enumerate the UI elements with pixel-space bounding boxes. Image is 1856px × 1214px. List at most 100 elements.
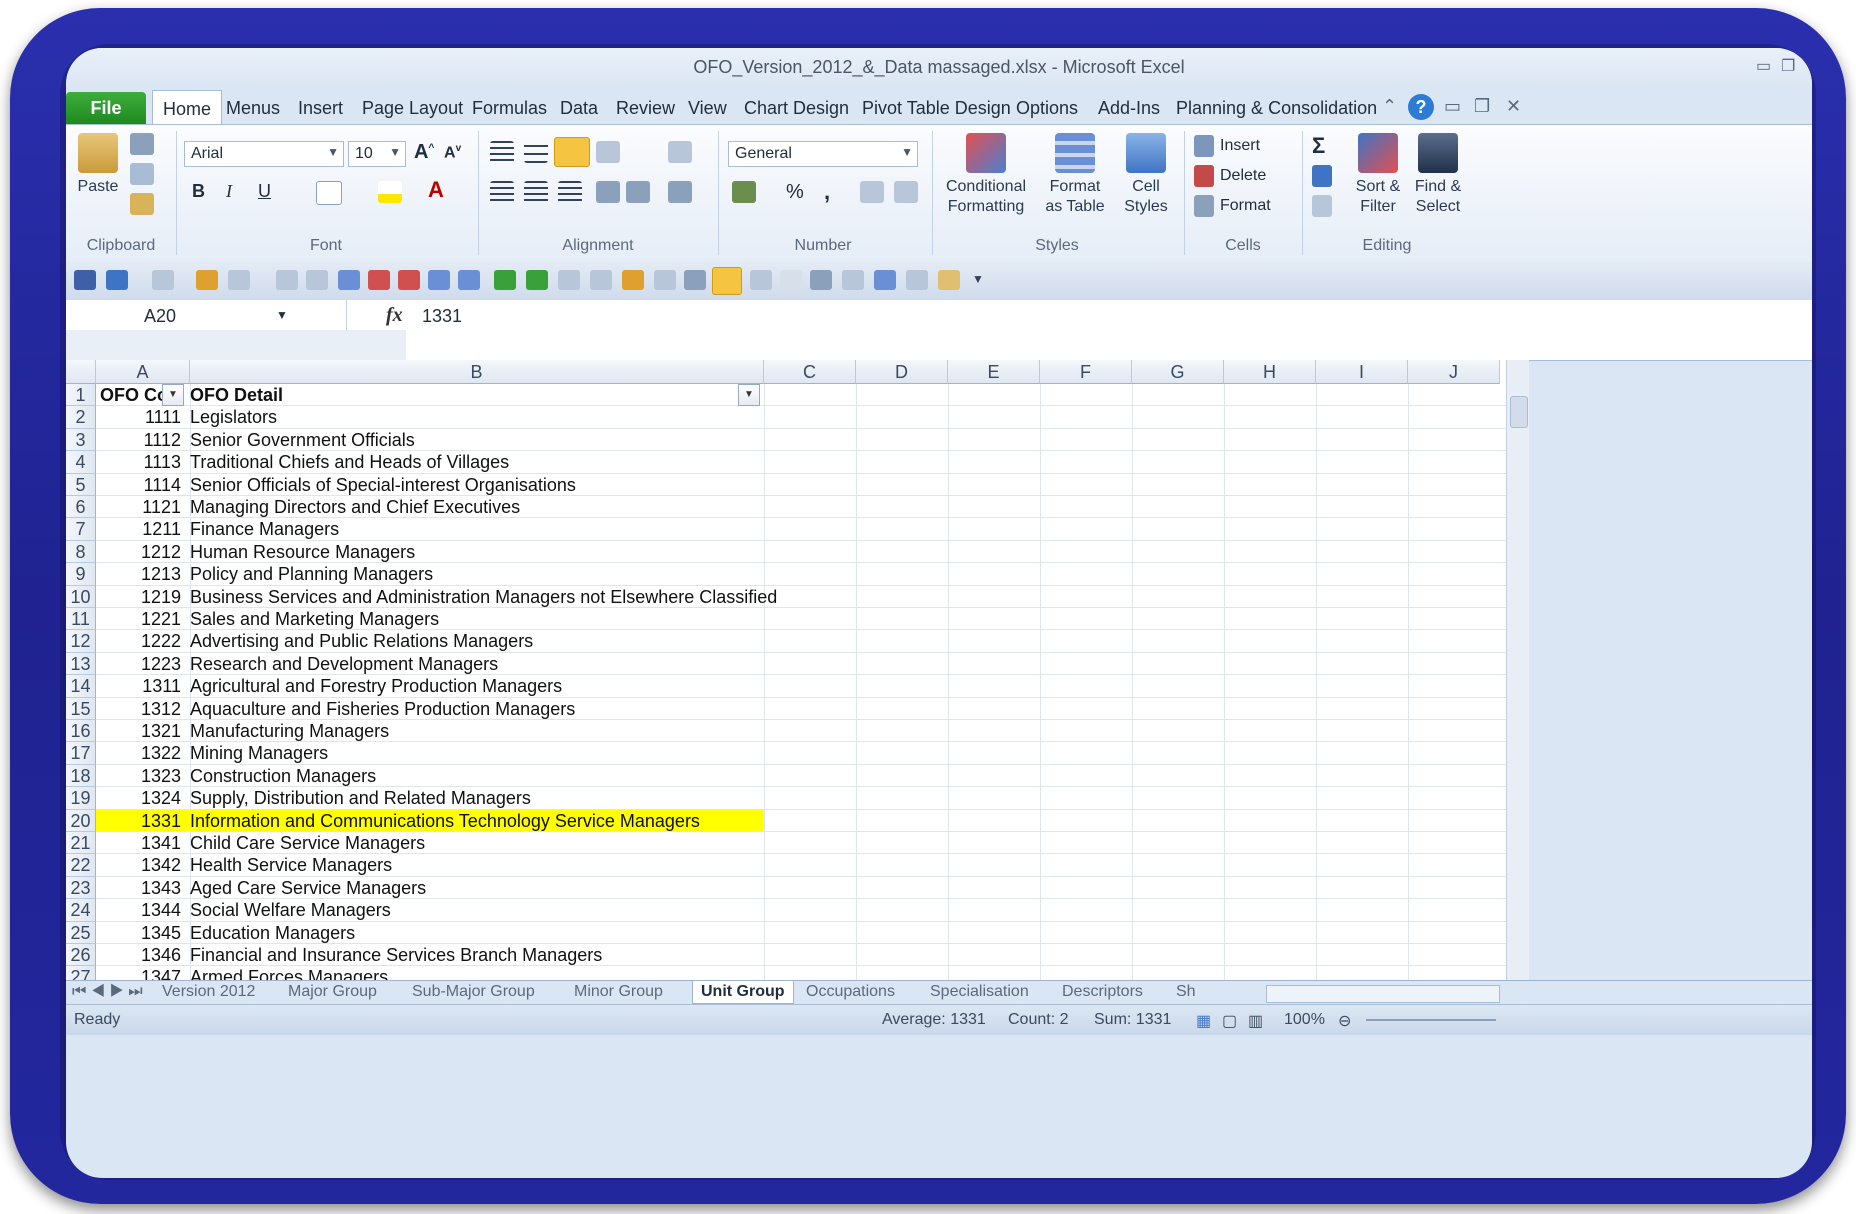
restore-icon[interactable]: ❐ bbox=[1781, 56, 1795, 76]
table-row[interactable]: 1341 Child Care Service Managers bbox=[96, 832, 1506, 855]
row-header[interactable]: 18 bbox=[66, 764, 96, 788]
table-row[interactable]: 1114 Senior Officials of Special-interest… bbox=[96, 474, 1506, 496]
minimize-icon[interactable]: ▭ bbox=[1756, 56, 1771, 76]
row-header[interactable]: 22 bbox=[66, 854, 96, 877]
ofo-detail-cell[interactable]: Advertising and Public Relations Manager… bbox=[190, 630, 533, 652]
table-row[interactable]: 1346 Financial and Insurance Services Bra… bbox=[96, 944, 1506, 967]
toolbar-tool-icon[interactable] bbox=[622, 270, 644, 290]
table-row[interactable]: 1322 Mining Managers bbox=[96, 742, 1506, 765]
table-row[interactable]: 1112 Senior Government Officials bbox=[96, 429, 1506, 452]
font-name-combo[interactable]: Arial ▼ bbox=[184, 141, 344, 167]
tab-view[interactable]: View bbox=[678, 94, 737, 122]
row-header[interactable]: 25 bbox=[66, 921, 96, 944]
underline-button[interactable]: U bbox=[258, 181, 271, 202]
vertical-scrollbar[interactable] bbox=[1506, 360, 1529, 980]
ofo-detail-cell[interactable]: Research and Development Managers bbox=[190, 653, 498, 675]
row-header[interactable]: 11 bbox=[66, 608, 96, 631]
ofo-code-cell[interactable]: 1222 bbox=[96, 630, 184, 652]
column-header-b[interactable]: B bbox=[190, 360, 764, 384]
fill-color-icon[interactable] bbox=[378, 181, 402, 203]
page-break-view-icon[interactable]: ▥ bbox=[1248, 1011, 1263, 1031]
toolbar-tool-icon[interactable] bbox=[654, 270, 676, 290]
table-row[interactable]: 1113 Traditional Chiefs and Heads of Vill… bbox=[96, 451, 1506, 474]
column-header-i[interactable]: I bbox=[1316, 360, 1408, 384]
toolbar-tool-icon[interactable] bbox=[526, 270, 548, 290]
tab-insert[interactable]: Insert bbox=[288, 94, 353, 122]
worksheet-grid[interactable]: A B C D E F G H I J 1 OFO Co OFO Detail ▼ ▼ 2 1111 Legisl… bbox=[66, 360, 1506, 989]
ofo-detail-cell[interactable]: Senior Government Officials bbox=[190, 429, 415, 451]
grow-font-icon[interactable]: A^ bbox=[414, 141, 434, 164]
decrease-decimal-icon[interactable] bbox=[894, 181, 918, 203]
row-header[interactable]: 9 bbox=[66, 563, 96, 586]
ofo-detail-cell[interactable]: Legislators bbox=[190, 406, 277, 428]
toolbar-tool-icon[interactable] bbox=[842, 270, 864, 290]
row-header[interactable]: 5 bbox=[66, 473, 96, 496]
ofo-code-cell[interactable]: 1111 bbox=[96, 406, 184, 428]
ofo-code-cell[interactable]: 1346 bbox=[96, 944, 184, 966]
table-row[interactable]: 1343 Aged Care Service Managers bbox=[96, 877, 1506, 900]
ofo-detail-cell[interactable]: Supply, Distribution and Related Manager… bbox=[190, 787, 531, 809]
undo-icon[interactable] bbox=[106, 270, 128, 290]
orientation-icon[interactable] bbox=[596, 141, 620, 163]
tab-menus[interactable]: Menus bbox=[216, 94, 290, 122]
italic-button[interactable]: I bbox=[226, 181, 232, 202]
column-header-c[interactable]: C bbox=[764, 360, 856, 384]
toolbar-tool-icon[interactable] bbox=[196, 270, 218, 290]
ofo-detail-cell[interactable]: Aged Care Service Managers bbox=[190, 877, 426, 899]
row-header[interactable]: 13 bbox=[66, 652, 96, 676]
conditional-formatting-button[interactable]: Conditional Formatting bbox=[936, 133, 1036, 217]
delete-cells-button[interactable]: Delete bbox=[1220, 167, 1266, 185]
formula-input[interactable]: 1331 bbox=[422, 306, 462, 327]
copy-icon[interactable] bbox=[130, 163, 154, 185]
ofo-code-cell[interactable]: 1341 bbox=[96, 832, 184, 854]
ofo-detail-cell[interactable]: Policy and Planning Managers bbox=[190, 563, 433, 585]
close-workbook-icon[interactable]: ✕ bbox=[1506, 96, 1521, 117]
merge-center-icon[interactable] bbox=[668, 181, 692, 203]
clear-icon[interactable] bbox=[1312, 195, 1332, 217]
table-row[interactable]: 1324 Supply, Distribution and Related Man… bbox=[96, 787, 1506, 810]
normal-view-icon[interactable]: ▦ bbox=[1196, 1011, 1211, 1031]
tab-data[interactable]: Data bbox=[550, 94, 608, 122]
select-all-corner[interactable] bbox=[66, 360, 96, 384]
save-icon[interactable] bbox=[74, 270, 96, 290]
row-header[interactable]: 24 bbox=[66, 899, 96, 922]
function-icon[interactable]: fx bbox=[386, 304, 403, 327]
column-header-g[interactable]: G bbox=[1132, 360, 1224, 384]
row-header[interactable]: 3 bbox=[66, 428, 96, 452]
align-middle-icon[interactable] bbox=[524, 141, 548, 163]
customize-toolbar-icon[interactable]: ▼ bbox=[972, 272, 984, 286]
sheet-tab[interactable]: Occupations bbox=[806, 983, 895, 1001]
column-header-a[interactable]: A bbox=[96, 360, 190, 384]
tab-file[interactable]: File bbox=[66, 92, 146, 124]
tab-page-layout[interactable]: Page Layout bbox=[352, 94, 473, 122]
ofo-code-cell[interactable]: 1321 bbox=[96, 720, 184, 742]
ofo-detail-cell[interactable]: Mining Managers bbox=[190, 742, 328, 764]
zoom-slider[interactable] bbox=[1366, 1019, 1496, 1021]
ofo-code-cell[interactable]: 1344 bbox=[96, 899, 184, 921]
zoom-level[interactable]: 100% bbox=[1284, 1011, 1325, 1029]
tab-options[interactable]: Options bbox=[1006, 94, 1088, 122]
ofo-detail-cell[interactable]: Finance Managers bbox=[190, 518, 339, 540]
ofo-code-cell[interactable]: 1322 bbox=[96, 742, 184, 764]
toolbar-tool-icon[interactable] bbox=[276, 270, 298, 290]
sheet-tab[interactable]: Minor Group bbox=[574, 983, 663, 1001]
toolbar-tool-icon[interactable] bbox=[398, 270, 420, 290]
ofo-detail-cell[interactable]: Education Managers bbox=[190, 922, 355, 944]
toolbar-tool-icon[interactable] bbox=[780, 270, 802, 290]
table-row[interactable]: 1219 Business Services and Administration… bbox=[96, 586, 1506, 608]
table-row[interactable]: 1345 Education Managers bbox=[96, 922, 1506, 944]
font-size-combo[interactable]: 10 ▼ bbox=[348, 141, 406, 167]
row-header[interactable]: 19 bbox=[66, 787, 96, 810]
insert-cells-button[interactable]: Insert bbox=[1220, 137, 1260, 155]
ofo-code-cell[interactable]: 1345 bbox=[96, 922, 184, 944]
align-center-icon[interactable] bbox=[524, 181, 548, 203]
ofo-code-cell[interactable]: 1221 bbox=[96, 608, 184, 630]
toolbar-tool-icon[interactable] bbox=[458, 270, 480, 290]
currency-icon[interactable] bbox=[732, 181, 756, 203]
ofo-detail-cell[interactable]: Senior Officials of Special-interest Org… bbox=[190, 474, 576, 496]
tab-pivot-table-design[interactable]: Pivot Table Design bbox=[852, 94, 1021, 122]
ofo-detail-cell[interactable]: Managing Directors and Chief Executives bbox=[190, 496, 520, 518]
filter-dropdown-icon[interactable]: ▼ bbox=[738, 384, 760, 406]
ofo-code-cell[interactable]: 1312 bbox=[96, 698, 184, 720]
sheet-tab[interactable]: Major Group bbox=[288, 983, 377, 1001]
